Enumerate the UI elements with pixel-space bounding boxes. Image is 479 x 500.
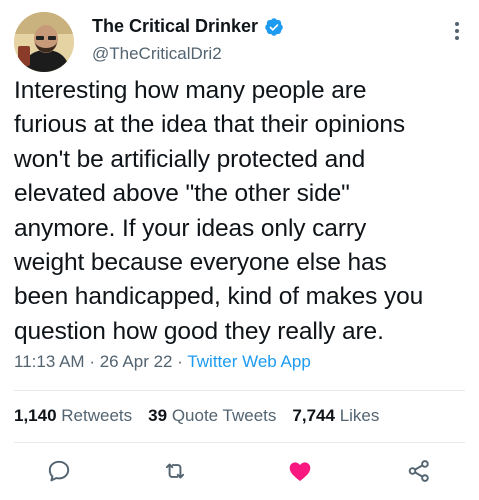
tweet-line: Interesting how many people are [14, 77, 367, 104]
retweet-icon [165, 463, 185, 479]
heart-icon [289, 462, 311, 481]
author-names: The Critical Drinker @TheCriticalDri2 [92, 16, 284, 64]
likes-count: 7,744 [292, 406, 335, 425]
display-name[interactable]: The Critical Drinker [92, 16, 258, 37]
retweets-label: Retweets [61, 406, 133, 425]
avatar[interactable] [14, 12, 74, 72]
tweet-line: elevated above "the other side" [14, 180, 350, 208]
meta-separator: · [177, 352, 183, 371]
author-handle[interactable]: @TheCriticalDri2 [92, 44, 284, 64]
tweet-text: Interesting how many people are furious … [14, 74, 470, 349]
more-options-icon[interactable] [448, 20, 466, 42]
tweet-meta: 11:13 AM · 26 Apr 22 · Twitter Web App [14, 352, 311, 372]
share-icon [408, 460, 429, 482]
divider [14, 390, 465, 391]
quote-tweets-label: Quote Tweets [171, 406, 277, 425]
quote-tweets-stat[interactable]: 39 Quote Tweets [148, 406, 276, 426]
reply-button[interactable] [44, 456, 74, 486]
tweet-date[interactable]: 26 Apr 22 [100, 352, 173, 371]
likes-label: Likes [339, 406, 380, 425]
divider [14, 442, 465, 443]
tweet-line: question how good they really are. [14, 317, 384, 345]
quote-tweets-count: 39 [148, 406, 168, 425]
tweet-stats: 1,140 Retweets 39 Quote Tweets 7,744 Lik… [14, 406, 379, 426]
reply-icon [48, 460, 70, 482]
like-button[interactable] [285, 456, 315, 486]
tweet-header: The Critical Drinker @TheCriticalDri2 [14, 12, 466, 74]
tweet-actions [0, 452, 479, 488]
tweet-time[interactable]: 11:13 AM [14, 352, 85, 371]
tweet-line: anymore. If your ideas only carry [14, 214, 367, 242]
tweet-line: weight because everyone else has [14, 249, 387, 277]
display-name-row: The Critical Drinker [92, 16, 284, 37]
tweet-line: furious at the idea that their opinions [14, 111, 406, 139]
verified-badge-icon [264, 17, 284, 37]
meta-separator: · [89, 352, 95, 371]
retweets-count: 1,140 [14, 406, 57, 425]
retweets-stat[interactable]: 1,140 Retweets [14, 406, 132, 426]
share-button[interactable] [404, 456, 434, 486]
tweet-line: been handicapped, kind of makes you [14, 283, 424, 311]
tweet-line: won't be artificially protected and [14, 145, 366, 173]
retweet-button[interactable] [160, 456, 190, 486]
likes-stat[interactable]: 7,744 Likes [292, 406, 379, 426]
tweet-source-link[interactable]: Twitter Web App [187, 352, 310, 371]
